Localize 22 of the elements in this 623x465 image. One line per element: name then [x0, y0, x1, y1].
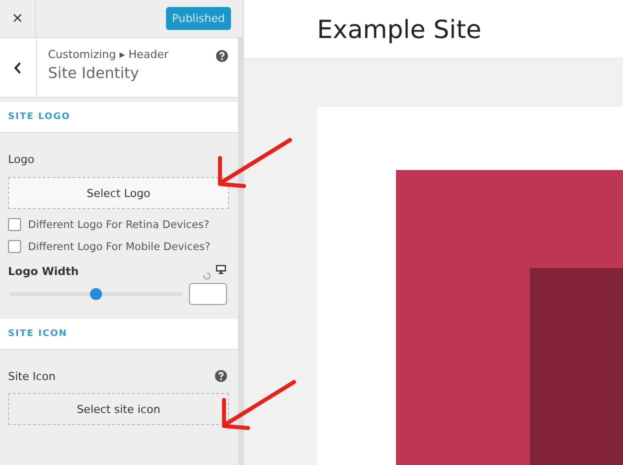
checkbox[interactable] [8, 218, 21, 231]
desktop-icon[interactable] [216, 265, 226, 274]
section-title: SITE LOGO [8, 112, 70, 122]
slider-thumb[interactable] [90, 288, 102, 300]
field-label: Site Icon [8, 370, 56, 383]
checkbox[interactable] [8, 240, 21, 253]
field-label: Logo [8, 153, 36, 166]
scrollbar[interactable] [238, 38, 243, 465]
site-title: Example Site [317, 14, 482, 44]
panel-title: Site Identity [48, 64, 140, 82]
field-label: Logo Width [8, 265, 79, 278]
back-icon [14, 62, 22, 74]
help-icon[interactable] [216, 50, 228, 62]
breadcrumb: Customizing ▸ Header [48, 48, 169, 61]
select-logo-button[interactable]: Select Logo [8, 177, 229, 209]
number-input[interactable] [189, 283, 227, 305]
checkbox-label: Different Logo For Retina Devices? [28, 218, 210, 230]
help-icon[interactable] [215, 370, 227, 382]
section-title: SITE ICON [8, 329, 68, 339]
select-site-icon-button[interactable]: Select site icon [8, 393, 229, 425]
reset-icon[interactable] [203, 272, 211, 280]
checkbox-label: Different Logo For Mobile Devices? [28, 240, 210, 252]
